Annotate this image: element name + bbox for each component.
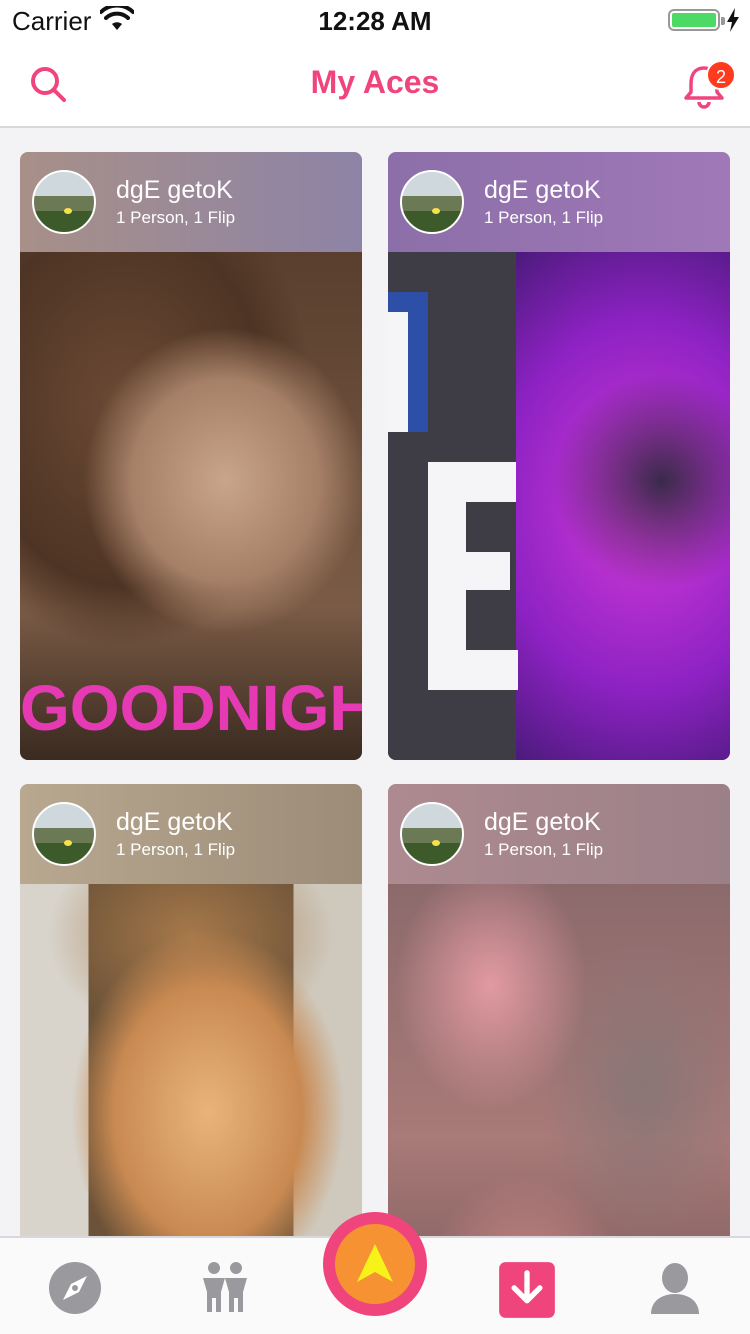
people-icon[interactable] [195, 1258, 255, 1318]
status-bar: Carrier 12:28 AM [0, 0, 750, 40]
card-image: GOODNIGH [20, 252, 362, 760]
card-header: dgE getoK 1 Person, 1 Flip [20, 784, 362, 884]
app-screen: Carrier 12:28 AM My Aces 2 GOODNIGH dgE … [0, 0, 750, 1334]
card-subtitle: 1 Person, 1 Flip [116, 208, 236, 227]
card-user-name: dgE getoK [484, 176, 601, 204]
charging-icon [727, 8, 739, 32]
notification-badge: 2 [706, 60, 736, 90]
card-subtitle: 1 Person, 1 Flip [484, 208, 604, 227]
avatar[interactable] [400, 802, 464, 866]
card-header: dgE getoK 1 Person, 1 Flip [388, 784, 730, 884]
avatar[interactable] [32, 802, 96, 866]
compass-icon[interactable] [45, 1258, 105, 1318]
card-header: dgE getoK 1 Person, 1 Flip [20, 152, 362, 252]
ace-card[interactable]: GOODNIGH dgE getoK 1 Person, 1 Flip [20, 152, 362, 760]
card-subtitle: 1 Person, 1 Flip [484, 840, 604, 859]
ace-card[interactable]: dgE getoK 1 Person, 1 Flip [388, 152, 730, 760]
goodnight-text-graphic: GOODNIGH [20, 672, 362, 744]
card-user-name: dgE getoK [116, 808, 233, 836]
avatar[interactable] [32, 170, 96, 234]
battery-icon [668, 9, 725, 31]
card-user-name: dgE getoK [116, 176, 233, 204]
avatar[interactable] [400, 170, 464, 234]
letter-e-graphic [388, 252, 518, 760]
svg-text:GOODNIGH: GOODNIGH [20, 672, 362, 744]
ace-arrow-icon [357, 1244, 393, 1282]
profile-icon[interactable] [645, 1258, 705, 1318]
page-title: My Aces [310, 64, 440, 100]
clock: 12:28 AM [318, 6, 432, 36]
card-subtitle: 1 Person, 1 Flip [116, 840, 236, 859]
download-icon[interactable] [497, 1260, 557, 1320]
card-header: dgE getoK 1 Person, 1 Flip [388, 152, 730, 252]
navigation-bar: My Aces 2 [0, 40, 750, 128]
card-image [388, 252, 730, 760]
card-user-name: dgE getoK [484, 808, 601, 836]
ace-center-button[interactable] [323, 1212, 427, 1316]
